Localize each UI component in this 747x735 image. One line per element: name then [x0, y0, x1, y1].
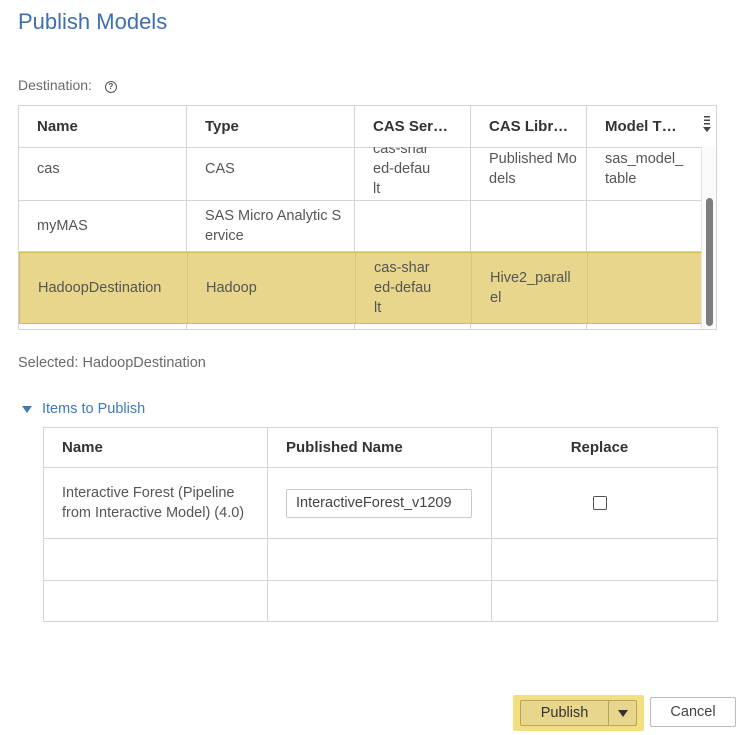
- cell-name: HadoopDestination: [38, 280, 162, 296]
- cell-type: Hadoop: [206, 280, 257, 296]
- column-header-type[interactable]: Type: [187, 106, 355, 147]
- cell-cas-server: cas-shared-default: [374, 260, 432, 316]
- published-name-input[interactable]: InteractiveForest_v1209: [286, 488, 472, 518]
- cell-model-table: sas_model_table: [605, 150, 684, 187]
- column-header-published-name[interactable]: Published Name: [268, 428, 492, 467]
- destination-scrollbar[interactable]: [701, 147, 716, 329]
- items-grid-header: Name Published Name Replace: [44, 428, 717, 468]
- destination-grid-body: cas CAS cas-shared-default Published Mod…: [19, 147, 704, 329]
- publish-button[interactable]: Publish: [520, 700, 608, 726]
- destination-grid-header: Name Type CAS Ser… CAS Libr… Model T…: [19, 106, 704, 148]
- destination-label: Destination:: [18, 77, 92, 93]
- caret-down-icon: [22, 405, 32, 413]
- cancel-button[interactable]: Cancel: [650, 697, 736, 727]
- cell-cas-server: cas-shared-default: [373, 147, 431, 197]
- items-to-publish-toggle[interactable]: Items to Publish: [22, 401, 145, 417]
- column-header-replace[interactable]: Replace: [492, 428, 717, 467]
- publish-menu-button[interactable]: [608, 700, 637, 726]
- destination-row-cas[interactable]: cas CAS cas-shared-default Published Mod…: [19, 147, 704, 201]
- selected-destination-text: Selected: HadoopDestination: [18, 355, 206, 371]
- column-options-icon[interactable]: [702, 115, 712, 135]
- cell-type: CAS: [205, 160, 235, 177]
- empty-row: [44, 539, 717, 581]
- destination-row-mymas[interactable]: myMAS SAS Micro Analytic Service: [19, 201, 704, 252]
- cell-name: myMAS: [37, 218, 88, 234]
- destination-scrollbar-thumb[interactable]: [706, 198, 713, 326]
- items-grid: Name Published Name Replace Interactive …: [43, 427, 718, 622]
- destination-label-wrap: Destination: ?: [18, 77, 117, 94]
- destination-row-hadoop[interactable]: HadoopDestination Hadoop cas-shared-defa…: [19, 252, 704, 324]
- item-name: Interactive Forest (Pipeline from Intera…: [62, 485, 245, 521]
- cell-cas-library: Published Models: [489, 150, 577, 187]
- column-header-cas-server[interactable]: CAS Ser…: [355, 106, 471, 147]
- column-header-cas-library[interactable]: CAS Libr…: [471, 106, 587, 147]
- help-circle-icon[interactable]: ?: [104, 81, 117, 93]
- items-to-publish-label: Items to Publish: [42, 401, 146, 417]
- column-header-model-table[interactable]: Model T…: [587, 106, 704, 147]
- cell-cas-library: Hive2_parallel: [490, 270, 571, 306]
- item-row[interactable]: Interactive Forest (Pipeline from Intera…: [44, 468, 717, 539]
- cell-name: cas: [37, 160, 60, 177]
- publish-split-button: Publish: [513, 695, 644, 731]
- dialog-title: Publish Models: [18, 9, 168, 34]
- column-header-item-name[interactable]: Name: [44, 428, 268, 467]
- replace-checkbox[interactable]: [592, 496, 607, 510]
- destination-grid: Name Type CAS Ser… CAS Libr… Model T… ca…: [18, 105, 717, 330]
- empty-row: [44, 581, 717, 621]
- column-header-name[interactable]: Name: [19, 106, 187, 147]
- cell-type: SAS Micro Analytic Service: [205, 208, 342, 244]
- destination-row-partial: [19, 324, 704, 329]
- caret-down-icon: [617, 709, 628, 717]
